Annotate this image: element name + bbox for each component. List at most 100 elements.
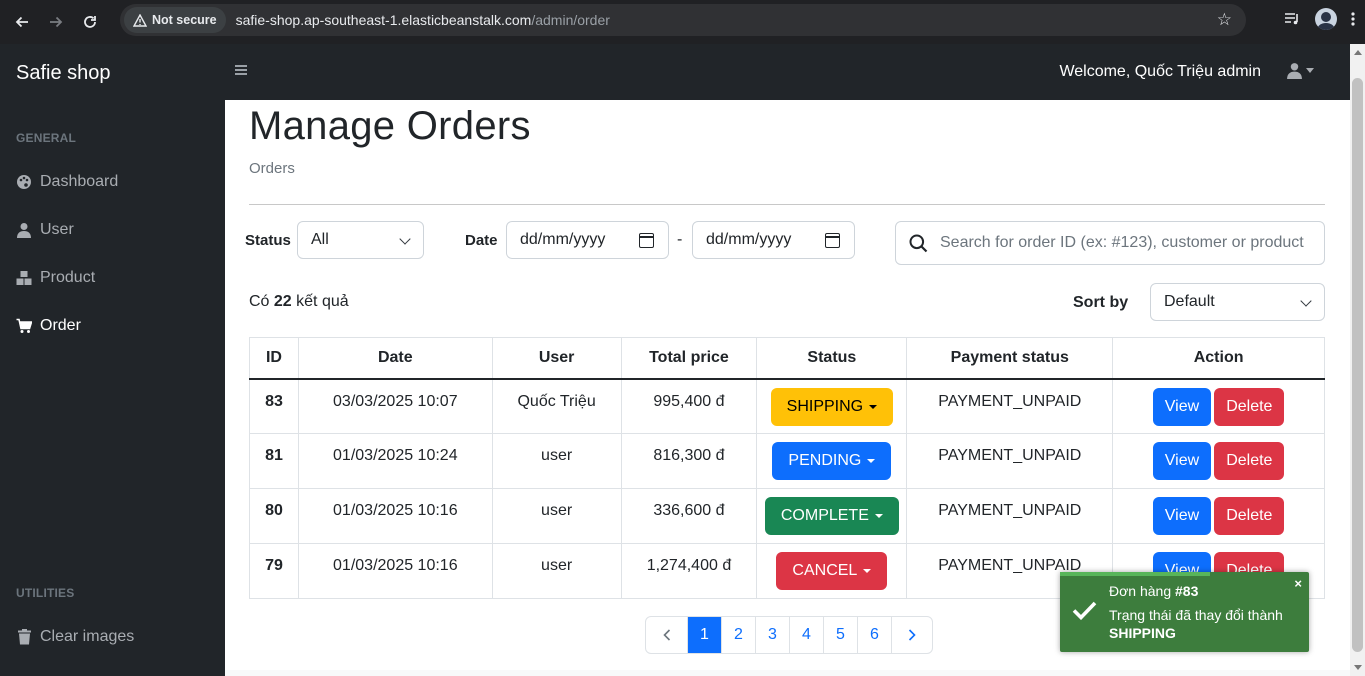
toast-order-ref: #83 xyxy=(1175,583,1199,599)
status-dropdown-button[interactable]: CANCEL xyxy=(776,552,888,590)
date-to-input[interactable]: dd/mm/yyyy xyxy=(692,221,855,259)
column-header-status: Status xyxy=(756,337,908,380)
bookmark-star-icon[interactable]: ☆ xyxy=(1217,10,1232,30)
caret-down-icon xyxy=(1306,68,1314,73)
sort-select-value: Default xyxy=(1164,293,1215,310)
sidebar-item-order[interactable]: Order xyxy=(16,314,81,338)
order-actions: View Delete xyxy=(1112,433,1325,489)
address-bar[interactable]: Not secure safie-shop.ap-southeast-1.ela… xyxy=(120,4,1246,36)
order-user: Quốc Triệu xyxy=(491,378,622,434)
date-from-input[interactable]: dd/mm/yyyy xyxy=(506,221,669,259)
sidebar-item-user[interactable]: User xyxy=(16,218,74,242)
calendar-icon[interactable] xyxy=(639,233,654,248)
delete-button[interactable]: Delete xyxy=(1214,497,1285,535)
status-label: SHIPPING xyxy=(786,397,864,415)
payment-status: PAYMENT_UNPAID xyxy=(906,378,1114,434)
status-select-value: All xyxy=(311,231,329,248)
pagination-page-1[interactable]: 1 xyxy=(687,617,721,653)
brand-logo[interactable]: Safie shop xyxy=(16,62,111,85)
status-label: PENDING xyxy=(788,452,862,469)
breadcrumb: Orders xyxy=(249,160,295,177)
pagination-page-2[interactable]: 2 xyxy=(721,617,755,653)
toast-notification: Đơn hàng #83 Trạng thái đã thay đổi thàn… xyxy=(1060,572,1309,652)
result-count-number: 22 xyxy=(273,293,292,310)
order-total: 336,600 đ xyxy=(620,488,758,544)
pagination-page-6[interactable]: 6 xyxy=(857,617,891,653)
order-total: 816,300 đ xyxy=(620,433,758,489)
sidebar-item-label: User xyxy=(40,221,74,238)
pagination-page-5[interactable]: 5 xyxy=(823,617,857,653)
delete-button[interactable]: Delete xyxy=(1214,442,1285,480)
url-path: /admin/order xyxy=(531,12,610,28)
table-row: 80 01/03/2025 10:16 user 336,600 đ COMPL… xyxy=(249,488,1325,544)
page-title: Manage Orders xyxy=(249,104,531,148)
user-menu-dropdown[interactable] xyxy=(1287,62,1314,79)
status-label: CANCEL xyxy=(792,562,858,579)
delete-button[interactable]: Delete xyxy=(1214,387,1285,426)
user-icon xyxy=(1287,63,1302,79)
order-user: user xyxy=(491,488,622,544)
order-id: 81 xyxy=(249,433,299,489)
security-chip[interactable]: Not secure xyxy=(124,7,226,33)
profile-avatar[interactable] xyxy=(1315,8,1337,30)
sidebar-item-clear-images[interactable]: Clear images xyxy=(16,625,134,649)
status-dropdown-button[interactable]: COMPLETE xyxy=(764,497,899,535)
table-header-row: ID Date User Total price Status Payment … xyxy=(249,337,1325,380)
view-button[interactable]: View xyxy=(1152,387,1212,426)
order-id: 79 xyxy=(249,543,299,599)
status-select[interactable]: All xyxy=(297,221,424,259)
order-total: 1,274,400 đ xyxy=(620,543,758,599)
calendar-icon[interactable] xyxy=(825,233,840,248)
pagination-prev[interactable] xyxy=(646,617,687,653)
caret-down-icon xyxy=(874,514,883,518)
sidebar-item-label: Clear images xyxy=(40,628,135,645)
caret-down-icon xyxy=(869,404,878,409)
order-status-cell: SHIPPING xyxy=(756,378,908,434)
welcome-text: Welcome, Quốc Triệu admin xyxy=(1059,63,1261,80)
date-from-value: dd/mm/yyyy xyxy=(520,231,606,248)
sidebar-item-product[interactable]: Product xyxy=(16,266,95,290)
view-button[interactable]: View xyxy=(1152,442,1212,480)
sidebar-item-label: Order xyxy=(40,317,81,334)
checkmark-icon xyxy=(1072,600,1097,625)
close-icon[interactable]: × xyxy=(1294,576,1302,591)
forward-icon[interactable] xyxy=(44,10,68,34)
status-label: COMPLETE xyxy=(780,507,869,524)
table-row: 83 03/03/2025 10:07 Quốc Triệu 995,400 đ… xyxy=(249,378,1325,434)
top-navbar: Welcome, Quốc Triệu admin xyxy=(225,44,1350,100)
view-button[interactable]: View xyxy=(1152,497,1212,535)
order-status-cell: COMPLETE xyxy=(756,488,908,544)
toast-title: Đơn hàng #83 xyxy=(1109,583,1198,599)
media-control-icon[interactable] xyxy=(1283,11,1301,27)
date-to-value: dd/mm/yyyy xyxy=(706,231,792,248)
back-icon[interactable] xyxy=(10,10,34,34)
order-search-input[interactable]: Search for order ID (ex: #123), customer… xyxy=(895,221,1325,265)
order-date: 01/03/2025 10:16 xyxy=(297,543,493,599)
toast-message-text: Trạng thái đã thay đổi thành xyxy=(1109,607,1283,623)
sidebar-item-dashboard[interactable]: Dashboard xyxy=(16,170,118,194)
orders-table: ID Date User Total price Status Payment … xyxy=(249,337,1325,599)
date-separator: - xyxy=(677,231,683,248)
divider xyxy=(249,204,1325,205)
order-total: 995,400 đ xyxy=(620,378,758,434)
toast-message: Trạng thái đã thay đổi thành SHIPPING xyxy=(1109,606,1283,642)
sort-select[interactable]: Default xyxy=(1150,283,1325,321)
pagination-next[interactable] xyxy=(891,617,932,653)
status-dropdown-button[interactable]: PENDING xyxy=(772,442,892,480)
payment-status: PAYMENT_UNPAID xyxy=(906,488,1114,544)
menu-toggle-icon[interactable] xyxy=(235,65,247,75)
reload-icon[interactable] xyxy=(78,10,102,34)
more-menu-icon[interactable] xyxy=(1351,11,1355,27)
pagination-page-4[interactable]: 4 xyxy=(789,617,823,653)
date-filter-label: Date xyxy=(465,232,498,249)
result-prefix: Có xyxy=(249,293,270,310)
page-scrollbar[interactable] xyxy=(1350,44,1365,676)
footer-strip xyxy=(225,670,1350,676)
scrollbar-thumb[interactable] xyxy=(1352,78,1363,652)
pagination-page-3[interactable]: 3 xyxy=(755,617,789,653)
chevron-down-icon xyxy=(399,233,411,245)
status-dropdown-button[interactable]: SHIPPING xyxy=(770,387,894,426)
column-header-total: Total price xyxy=(620,337,758,380)
sort-label: Sort by xyxy=(1073,294,1129,311)
chevron-right-icon xyxy=(908,629,916,641)
